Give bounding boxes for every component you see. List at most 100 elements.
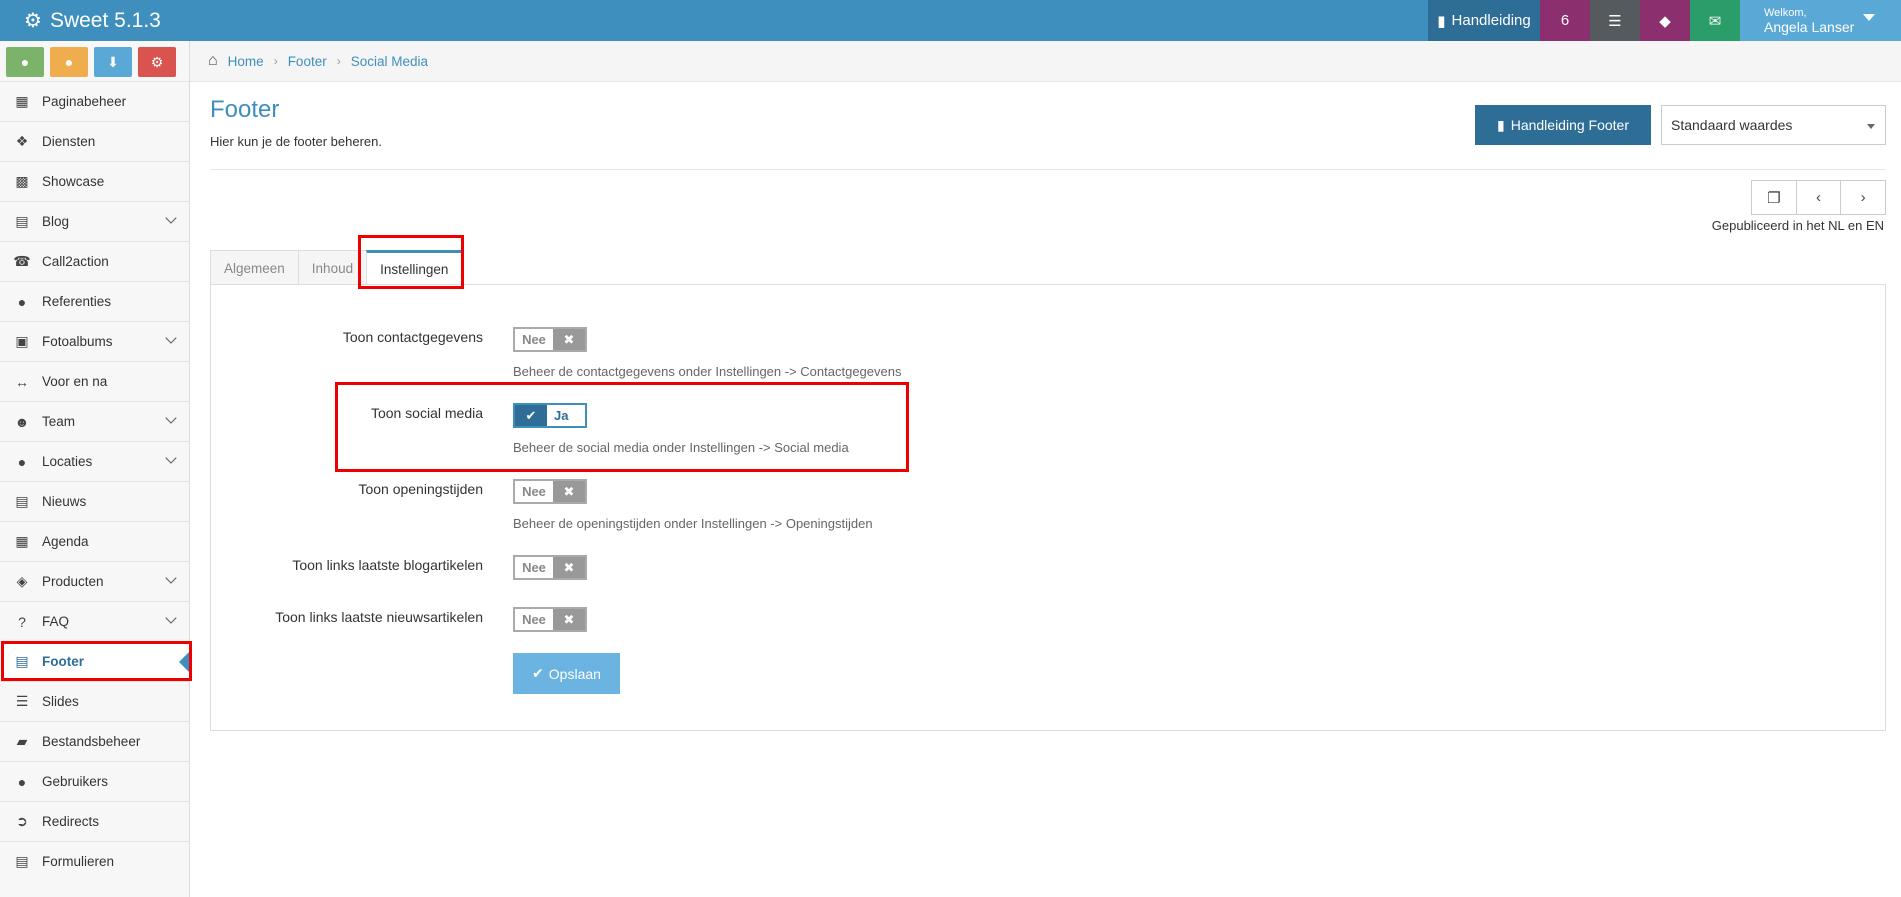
toggle-switch[interactable]: Nee ✖: [513, 327, 587, 352]
quick-actions: ● ● ⬇ ⚙: [0, 41, 189, 81]
sidebar-item-redirects[interactable]: ➲ Redirects: [0, 801, 189, 841]
sidebar-item-agenda[interactable]: ▦ Agenda: [0, 521, 189, 561]
user-menu[interactable]: Welkom, Angela Lanser: [1740, 0, 1901, 41]
field-help-text: Beheer de openingstijden onder Instellin…: [513, 516, 873, 531]
sidebar-item-label: Nieuws: [42, 494, 87, 509]
sidebar-item-label: Fotoalbums: [42, 334, 113, 349]
sidebar-item-referenties[interactable]: ● Referenties: [0, 281, 189, 321]
copy-button[interactable]: ❐: [1752, 181, 1797, 214]
settings-quick-button[interactable]: ⚙: [138, 47, 176, 77]
book-icon: ▮: [1437, 12, 1446, 30]
save-button[interactable]: ✔ Opslaan: [513, 653, 620, 694]
phone-icon: ☎: [13, 253, 31, 269]
chevron-right-icon: ›: [1860, 189, 1866, 206]
close-icon: ✖: [553, 329, 585, 350]
chevron-left-icon: ‹: [1816, 189, 1821, 206]
toggle-switch[interactable]: Nee ✖: [513, 607, 587, 632]
sidebar-item-diensten[interactable]: ❖ Diensten: [0, 121, 189, 161]
sidebar-item-slides[interactable]: ☰ Slides: [0, 681, 189, 721]
check-icon: ✔: [532, 665, 544, 681]
location-quick-button[interactable]: ●: [6, 47, 44, 77]
next-button[interactable]: ›: [1841, 181, 1885, 214]
chevron-down-icon[interactable]: [165, 332, 177, 344]
divider: [210, 169, 1886, 170]
table-icon: ▦: [15, 93, 29, 109]
sidebar-item-showcase[interactable]: ▩ Showcase: [0, 161, 189, 201]
sidebar-item-label: Producten: [42, 574, 104, 589]
album-icon: ▣: [15, 333, 29, 349]
download-icon: ⬇: [107, 53, 119, 70]
sidebar-item-label: Call2action: [42, 254, 109, 269]
sidebar-item-label: Team: [42, 414, 76, 429]
breadcrumb-footer[interactable]: Footer: [288, 54, 327, 69]
record-pager: ❐ ‹ ›: [1751, 180, 1886, 215]
grid-icon: ▩: [15, 173, 29, 189]
sidebar-item-label: Locaties: [42, 454, 93, 469]
footer-manual-button[interactable]: ▮ Handleiding Footer: [1475, 105, 1651, 145]
manual-button[interactable]: ▮ Handleiding: [1428, 0, 1540, 41]
preset-select[interactable]: Standaard waardes: [1661, 105, 1886, 145]
diamond-button[interactable]: ◆: [1640, 0, 1690, 41]
chevron-down-icon[interactable]: [165, 612, 177, 624]
toggle-switch[interactable]: Nee ✖: [513, 555, 587, 580]
breadcrumb-home[interactable]: Home: [228, 54, 264, 69]
sidebar-item-label: Redirects: [42, 814, 100, 829]
sidebar-item-label: Voor en na: [42, 374, 108, 389]
user-icon: ●: [64, 54, 74, 70]
close-icon: ✖: [553, 557, 585, 578]
field-label: Toon openingstijden: [358, 481, 483, 497]
settings-panel: [210, 284, 1886, 731]
previous-button[interactable]: ‹: [1797, 181, 1842, 214]
server-button[interactable]: ☰: [1590, 0, 1640, 41]
map-marker-icon: ●: [17, 453, 27, 470]
user-quick-button[interactable]: ●: [50, 47, 88, 77]
sidebar-item-call2action[interactable]: ☎ Call2action: [0, 241, 189, 281]
sidebar-item-label: Paginabeheer: [42, 94, 127, 109]
field-help-text: Beheer de contactgegevens onder Instelli…: [513, 364, 902, 379]
sidebar-item-formulieren[interactable]: ▤ Formulieren: [0, 841, 189, 881]
welcome-text: Welkom,: [1764, 6, 1807, 19]
chevron-down-icon[interactable]: [165, 572, 177, 584]
book-icon: ▮: [1496, 116, 1505, 133]
app-brand[interactable]: ⚙ Sweet 5.1.3: [0, 0, 560, 41]
sidebar-item-team[interactable]: ☻ Team: [0, 401, 189, 441]
page-title: Footer: [210, 96, 280, 123]
question-icon: ?: [18, 613, 26, 630]
breadcrumb-current[interactable]: Social Media: [351, 54, 428, 69]
mail-button[interactable]: ✉: [1690, 0, 1740, 41]
tab-inhoud[interactable]: Inhoud: [297, 250, 368, 285]
server-icon: ☰: [1608, 12, 1622, 30]
toggle-value: Nee: [522, 484, 546, 499]
sidebar-item-label: Slides: [42, 694, 79, 709]
map-marker-icon: ●: [20, 54, 30, 70]
toggle-switch[interactable]: Nee ✖: [513, 479, 587, 504]
diamond-icon: ◆: [1659, 12, 1671, 30]
sidebar-item-label: Gebruikers: [42, 774, 109, 789]
sidebar-item-bestandsbeheer[interactable]: ▰ Bestandsbeheer: [0, 721, 189, 761]
published-status: Gepubliceerd in het NL en EN: [1711, 218, 1884, 233]
caret-down-icon: [1863, 14, 1875, 21]
close-icon: ✖: [553, 609, 585, 630]
user-icon: ●: [17, 773, 27, 790]
highlight-social-media-row: [335, 382, 909, 472]
users-icon: ☻: [14, 413, 30, 430]
sidebar-item-gebruikers[interactable]: ● Gebruikers: [0, 761, 189, 801]
chevron-down-icon[interactable]: [165, 452, 177, 464]
sidebar-item-fotoalbums[interactable]: ▣ Fotoalbums: [0, 321, 189, 361]
field-label: Toon links laatste nieuwsartikelen: [275, 609, 483, 625]
sidebar-item-blog[interactable]: ▤ Blog: [0, 201, 189, 241]
tags-icon: ◈: [16, 573, 28, 589]
sidebar-item-producten[interactable]: ◈ Producten: [0, 561, 189, 601]
sidebar-item-locaties[interactable]: ● Locaties: [0, 441, 189, 481]
chevron-down-icon[interactable]: [165, 412, 177, 424]
sidebar-item-faq[interactable]: ? FAQ: [0, 601, 189, 641]
notification-count[interactable]: 6: [1540, 0, 1590, 41]
user-name: Angela Lanser: [1764, 18, 1855, 35]
sidebar-item-nieuws[interactable]: ▤ Nieuws: [0, 481, 189, 521]
tab-algemeen[interactable]: Algemeen: [210, 250, 299, 285]
sidebar-item-voor-en-na[interactable]: ↔ Voor en na: [0, 361, 189, 401]
chevron-down-icon[interactable]: [165, 212, 177, 224]
chevron-right-icon: ›: [273, 54, 278, 68]
download-quick-button[interactable]: ⬇: [94, 47, 132, 77]
sidebar-item-paginabeheer[interactable]: ▦ Paginabeheer: [0, 81, 189, 121]
